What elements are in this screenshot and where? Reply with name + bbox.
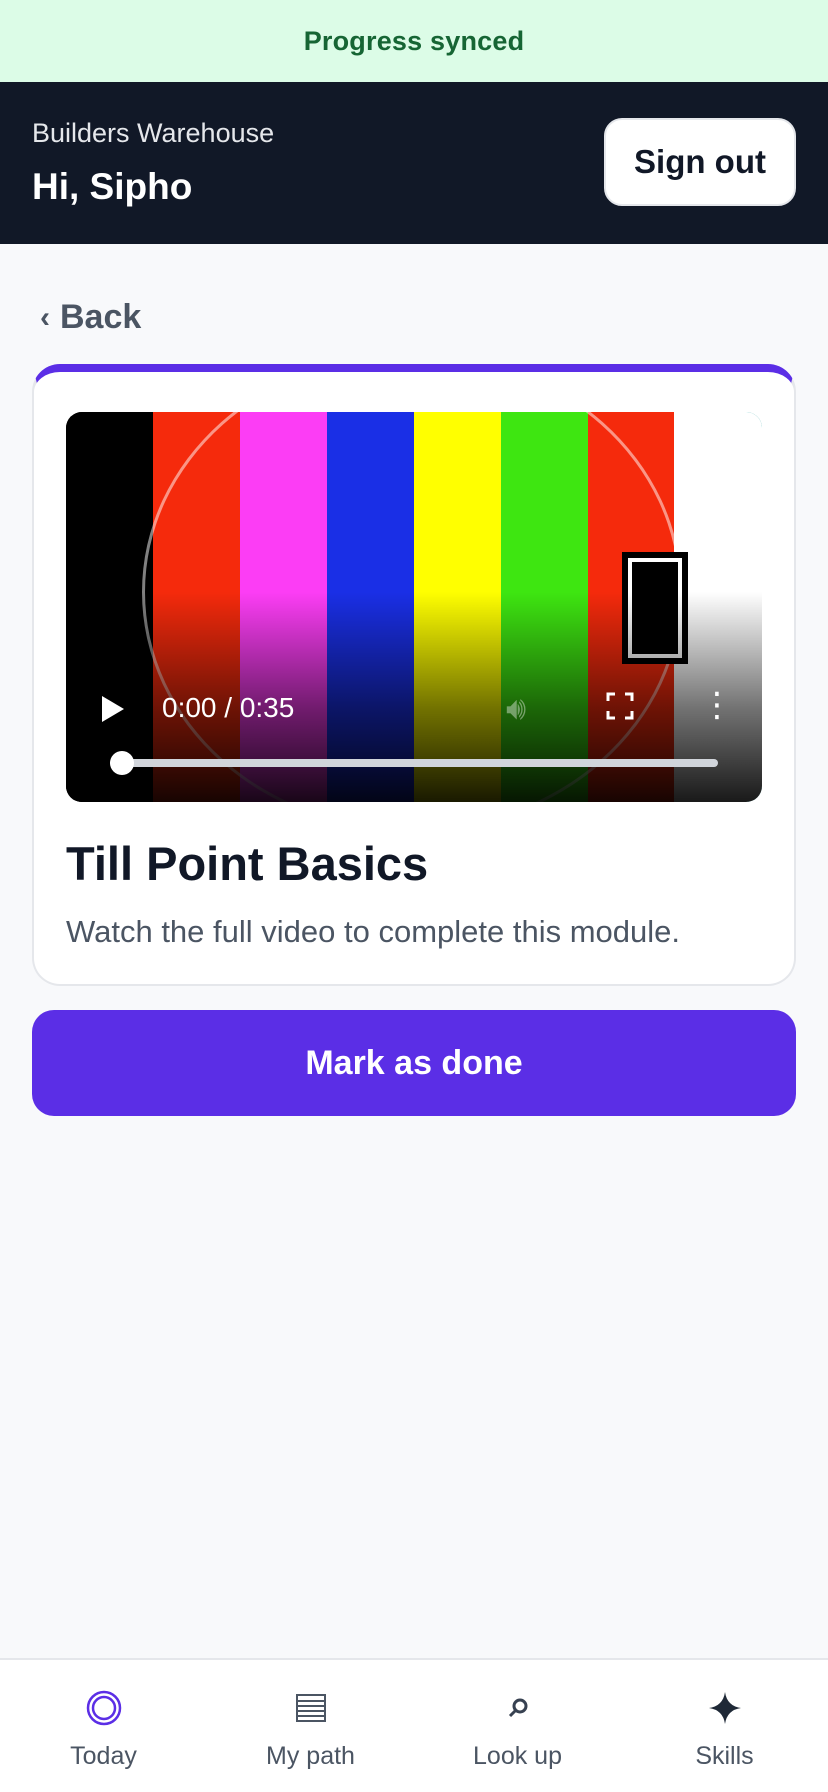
module-title: Till Point Basics — [66, 837, 429, 890]
video-player[interactable]: 0:00 / 0:35 🔊︎ ⋮ — [66, 412, 762, 802]
user-greeting: Hi, Sipho — [32, 166, 193, 207]
sync-status-banner: Progress synced — [0, 0, 828, 82]
bottom-tab-bar: Today My path Look up Skills — [0, 1658, 828, 1792]
fullscreen-icon[interactable] — [606, 692, 634, 720]
search-icon — [505, 1688, 531, 1728]
tab-today[interactable]: Today — [0, 1660, 207, 1792]
target-icon — [86, 1688, 122, 1728]
video-controls: 0:00 / 0:35 🔊︎ ⋮ — [66, 680, 762, 740]
tab-label: Skills — [695, 1742, 754, 1770]
mark-as-done-button[interactable]: Mark as done — [32, 1010, 796, 1116]
play-icon[interactable] — [102, 696, 124, 722]
sign-out-button[interactable]: Sign out — [604, 118, 796, 206]
video-progress-bar[interactable] — [110, 751, 718, 775]
tab-label: Look up — [473, 1742, 562, 1770]
video-progress-knob[interactable] — [110, 751, 134, 775]
tab-my-path[interactable]: My path — [207, 1660, 414, 1792]
back-label: Back — [60, 298, 142, 336]
chevron-left-icon: ‹ — [40, 300, 50, 334]
module-description: Watch the full video to complete this mo… — [66, 914, 680, 949]
list-icon — [295, 1688, 327, 1728]
sync-status-text: Progress synced — [303, 25, 525, 56]
volume-icon[interactable]: 🔊︎ — [506, 690, 526, 728]
organization-name: Builders Warehouse — [32, 118, 275, 148]
tab-label: My path — [266, 1742, 355, 1770]
back-link[interactable]: ‹ Back — [40, 298, 141, 337]
video-time: 0:00 / 0:35 — [162, 692, 295, 723]
sparkle-icon — [708, 1688, 742, 1728]
tab-skills[interactable]: Skills — [621, 1660, 828, 1792]
tab-label: Today — [70, 1742, 137, 1770]
more-options-icon[interactable]: ⋮ — [700, 688, 734, 722]
tab-look-up[interactable]: Look up — [414, 1660, 621, 1792]
app-header: Builders Warehouse Hi, Sipho Sign out — [0, 82, 828, 244]
module-card: 0:00 / 0:35 🔊︎ ⋮ Till Point Basics Watch… — [32, 364, 796, 986]
